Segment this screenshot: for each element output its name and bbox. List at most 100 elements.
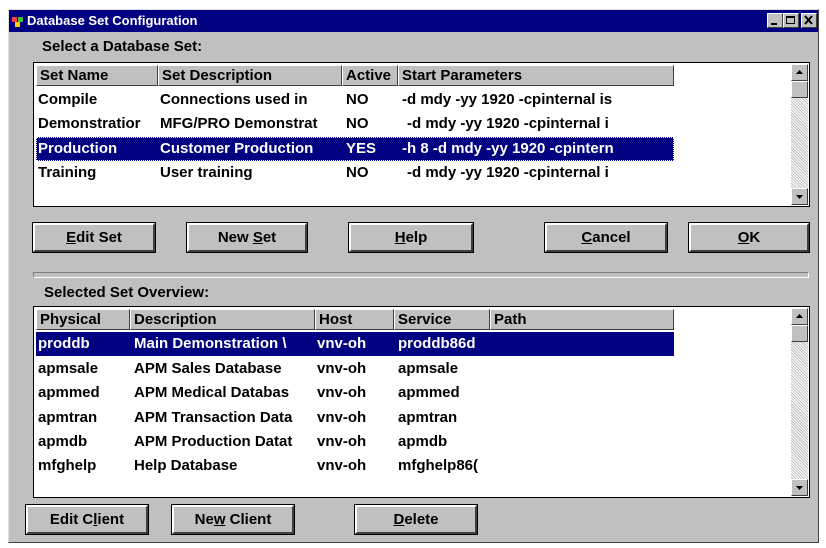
description-cell: APM Sales Database <box>134 360 282 377</box>
arrow-down-icon <box>796 195 803 199</box>
physical-cell: apmtran <box>38 409 98 426</box>
arrow-down-icon <box>796 486 803 490</box>
column-header-physical[interactable]: Physical <box>36 309 130 330</box>
service-cell: apmtran <box>398 409 458 426</box>
set-active-cell: YES <box>346 140 377 157</box>
app-icon <box>12 17 23 27</box>
overview-row-apmdb[interactable]: apmdb APM Production Datat vnv-oh apmdb <box>36 430 674 454</box>
set-description-cell: Customer Production <box>160 140 314 157</box>
arrow-up-icon <box>796 70 803 74</box>
physical-cell: apmsale <box>38 360 99 377</box>
overview-row-apmmed[interactable]: apmmed APM Medical Databas vnv-oh apmmed <box>36 381 674 405</box>
path-cell <box>494 332 674 356</box>
edit-set-button[interactable]: Edit Set <box>32 222 156 253</box>
host-cell: vnv-oh <box>317 457 367 474</box>
service-cell: apmmed <box>398 384 460 401</box>
close-icon <box>804 15 813 25</box>
description-cell: Main Demonstration \ <box>134 335 287 352</box>
path-cell <box>494 406 674 430</box>
physical-cell: proddb <box>38 335 90 352</box>
physical-cell: apmdb <box>38 433 88 450</box>
service-cell: apmsale <box>398 360 459 377</box>
minimize-icon <box>771 23 777 25</box>
path-cell <box>494 357 674 381</box>
description-cell: APM Transaction Data <box>134 409 293 426</box>
overview-scroll-down-button[interactable] <box>791 479 808 496</box>
service-cell: apmdb <box>398 433 448 450</box>
physical-cell: apmmed <box>38 384 100 401</box>
path-cell <box>494 454 674 478</box>
new-set-button[interactable]: New Set <box>186 222 308 253</box>
column-header-path[interactable]: Path <box>490 309 674 330</box>
maximize-icon <box>786 16 795 24</box>
overview-row-apmtran[interactable]: apmtran APM Transaction Data vnv-oh apmt… <box>36 406 674 430</box>
set-description-cell: Connections used in <box>160 91 308 108</box>
path-cell <box>494 430 674 454</box>
host-cell: vnv-oh <box>317 360 367 377</box>
overview-row-apmsale[interactable]: apmsale APM Sales Database vnv-oh apmsal… <box>36 357 674 381</box>
close-button[interactable] <box>801 13 817 28</box>
set-name-cell: Production <box>38 140 118 157</box>
section-divider <box>33 272 809 278</box>
set-parameters-cell: -d mdy -yy 1920 -cpinternal is <box>402 91 613 108</box>
column-header-service[interactable]: Service <box>394 309 490 330</box>
set-name-cell: Compile <box>38 91 98 108</box>
set-overview-list[interactable]: Physical Description Host Service Path p… <box>33 306 810 498</box>
set-active-cell: NO <box>346 164 369 181</box>
host-cell: vnv-oh <box>317 433 367 450</box>
sets-scrollbar[interactable] <box>791 64 808 205</box>
help-button[interactable]: Help <box>348 222 474 253</box>
set-name-cell: Training <box>38 164 97 181</box>
set-name-cell: Demonstratior <box>38 115 141 132</box>
set-row-production[interactable]: Production Customer Production YES -h 8 … <box>36 137 674 161</box>
column-header-start-parameters[interactable]: Start Parameters <box>398 65 674 86</box>
set-parameters-cell: -d mdy -yy 1920 -cpinternal i <box>407 115 609 132</box>
cancel-button[interactable]: Cancel <box>544 222 668 253</box>
physical-cell: mfghelp <box>38 457 97 474</box>
set-description-cell: User training <box>160 164 253 181</box>
column-header-host[interactable]: Host <box>315 309 394 330</box>
selected-set-overview-label: Selected Set Overview: <box>44 284 210 301</box>
overview-scroll-up-button[interactable] <box>791 308 808 325</box>
sets-scroll-down-button[interactable] <box>791 188 808 205</box>
overview-scrollbar[interactable] <box>791 308 808 496</box>
maximize-button[interactable] <box>783 13 799 28</box>
database-set-configuration-window: Database Set Configuration Select a Data… <box>8 9 819 543</box>
overview-row-mfghelp[interactable]: mfghelp Help Database vnv-oh mfghelp86( <box>36 454 674 478</box>
new-client-button[interactable]: New Client <box>171 504 295 535</box>
column-header-set-description[interactable]: Set Description <box>158 65 342 86</box>
set-parameters-cell: -h 8 -d mdy -yy 1920 -cpintern <box>402 140 614 157</box>
host-cell: vnv-oh <box>317 409 367 426</box>
path-cell <box>494 381 674 405</box>
minimize-button[interactable] <box>767 13 783 28</box>
description-cell: Help Database <box>134 457 238 474</box>
set-active-cell: NO <box>346 115 369 132</box>
column-header-active[interactable]: Active <box>342 65 398 86</box>
column-header-set-name[interactable]: Set Name <box>36 65 158 86</box>
set-parameters-cell: -d mdy -yy 1920 -cpinternal i <box>407 164 609 181</box>
overview-row-proddb[interactable]: proddb Main Demonstration \ vnv-oh prodd… <box>36 332 674 356</box>
sets-scroll-thumb[interactable] <box>791 81 808 98</box>
set-active-cell: NO <box>346 91 369 108</box>
delete-button[interactable]: Delete <box>354 504 478 535</box>
column-header-description[interactable]: Description <box>130 309 315 330</box>
host-cell: vnv-oh <box>317 335 367 352</box>
overview-scroll-thumb[interactable] <box>791 325 808 342</box>
window-title: Database Set Configuration <box>27 13 198 28</box>
set-row-demonstration[interactable]: Demonstratior MFG/PRO Demonstrat NO -d m… <box>36 112 674 136</box>
database-sets-list[interactable]: Set Name Set Description Active Start Pa… <box>33 62 810 207</box>
select-set-label: Select a Database Set: <box>42 38 203 55</box>
host-cell: vnv-oh <box>317 384 367 401</box>
sets-scroll-up-button[interactable] <box>791 64 808 81</box>
set-description-cell: MFG/PRO Demonstrat <box>160 115 318 132</box>
service-cell: proddb86d <box>398 335 476 352</box>
edit-client-button[interactable]: Edit Client <box>25 504 149 535</box>
title-bar[interactable]: Database Set Configuration <box>9 10 818 32</box>
ok-button[interactable]: OK <box>688 222 810 253</box>
description-cell: APM Medical Databas <box>134 384 290 401</box>
service-cell: mfghelp86( <box>398 457 479 474</box>
arrow-up-icon <box>796 314 803 318</box>
set-row-training[interactable]: Training User training NO -d mdy -yy 192… <box>36 161 674 185</box>
description-cell: APM Production Datat <box>134 433 293 450</box>
set-row-compile[interactable]: Compile Connections used in NO -d mdy -y… <box>36 88 674 112</box>
